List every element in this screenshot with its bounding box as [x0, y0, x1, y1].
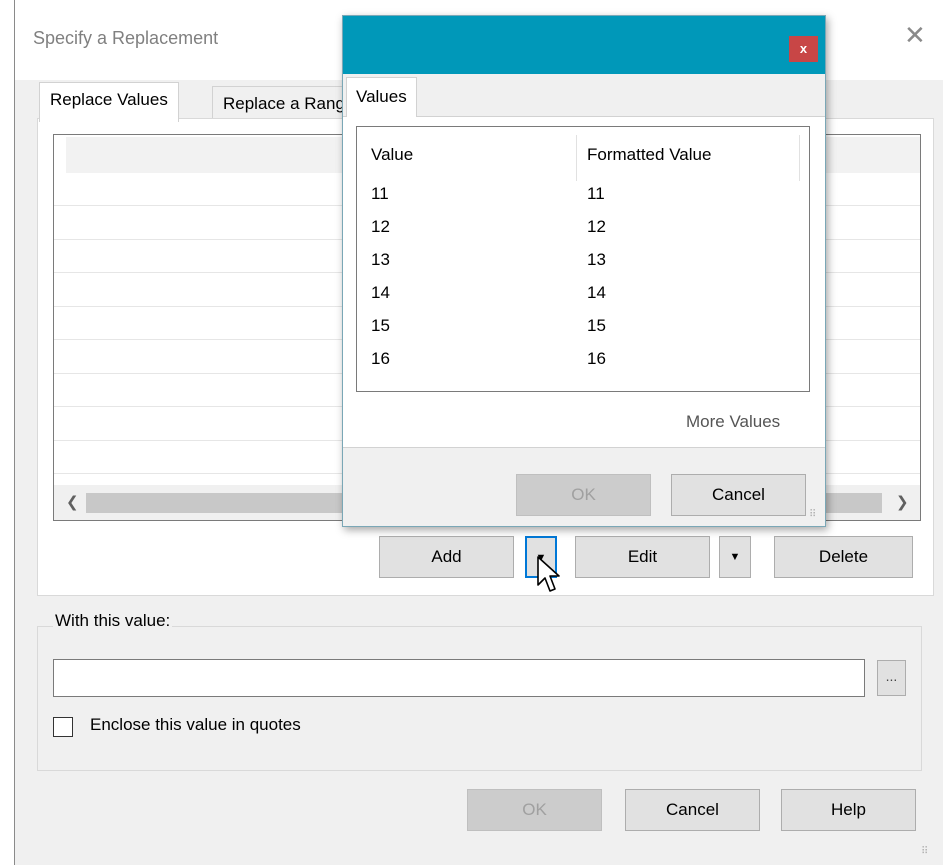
enclose-quotes-checkbox[interactable] — [53, 717, 73, 737]
add-button[interactable]: Add — [379, 536, 514, 578]
list-item-value[interactable]: 14 — [371, 283, 390, 303]
list-item-formatted[interactable]: 16 — [587, 349, 606, 369]
list-item-value[interactable]: 13 — [371, 250, 390, 270]
popup-cancel-button[interactable]: Cancel — [671, 474, 806, 516]
column-separator — [576, 135, 577, 181]
tab-values[interactable]: Values — [346, 77, 417, 117]
edit-button[interactable]: Edit — [575, 536, 710, 578]
ok-button[interactable]: OK — [467, 789, 602, 831]
with-value-group — [37, 626, 922, 771]
cancel-button[interactable]: Cancel — [625, 789, 760, 831]
list-item-formatted[interactable]: 12 — [587, 217, 606, 237]
close-icon[interactable]: x — [789, 36, 818, 62]
resize-grip-icon[interactable]: ⠿ — [921, 847, 929, 857]
list-item-value[interactable]: 12 — [371, 217, 390, 237]
column-separator — [799, 135, 800, 181]
close-icon[interactable]: ✕ — [904, 22, 926, 48]
list-item-formatted[interactable]: 11 — [587, 184, 605, 204]
replacement-value-input[interactable] — [53, 659, 865, 697]
popup-ok-button[interactable]: OK — [516, 474, 651, 516]
list-item-formatted[interactable]: 15 — [587, 316, 606, 336]
chevron-down-icon: ▼ — [729, 551, 741, 563]
list-item-value[interactable]: 16 — [371, 349, 390, 369]
more-values-link[interactable]: More Values — [686, 412, 780, 432]
tab-replace-a-range[interactable]: Replace a Range — [212, 86, 352, 122]
resize-grip-icon[interactable]: ⠿ — [809, 510, 817, 520]
column-header-formatted-value[interactable]: Formatted Value — [587, 145, 711, 165]
popup-titlebar: x — [343, 16, 825, 74]
list-item-formatted[interactable]: 14 — [587, 283, 606, 303]
list-item-value[interactable]: 15 — [371, 316, 390, 336]
list-item-value[interactable]: 11 — [371, 184, 389, 204]
column-header-value[interactable]: Value — [371, 145, 413, 165]
edit-dropdown-button[interactable]: ▼ — [719, 536, 751, 578]
with-value-label: With this value: — [53, 611, 173, 631]
tab-replace-values[interactable]: Replace Values — [39, 82, 179, 122]
arrow-left-icon[interactable]: ❮ — [66, 493, 79, 511]
values-list[interactable]: Value Formatted Value 11 11 12 12 13 13 … — [356, 126, 810, 392]
delete-button[interactable]: Delete — [774, 536, 913, 578]
dialog-title: Specify a Replacement — [33, 28, 219, 48]
enclose-quotes-label[interactable]: Enclose this value in quotes — [90, 715, 301, 735]
mouse-pointer-icon — [537, 556, 560, 592]
values-popup: x Values Value Formatted Value 11 11 12 … — [342, 15, 826, 527]
list-item-formatted[interactable]: 13 — [587, 250, 606, 270]
arrow-right-icon[interactable]: ❯ — [896, 493, 909, 511]
browse-button[interactable]: ... — [877, 660, 906, 696]
help-button[interactable]: Help — [781, 789, 916, 831]
